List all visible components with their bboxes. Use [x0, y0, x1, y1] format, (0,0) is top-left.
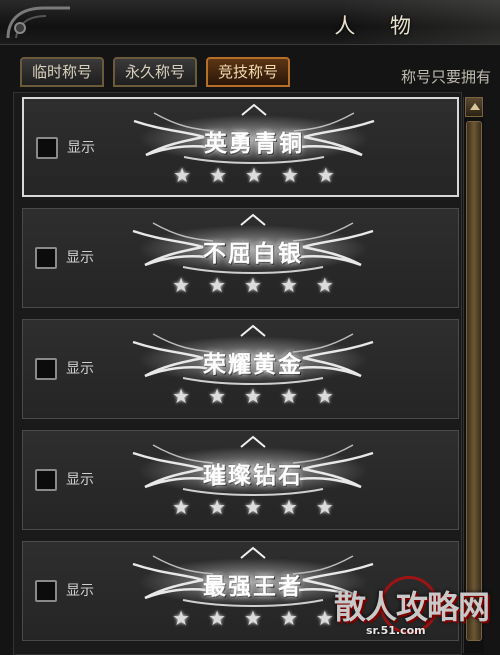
window-title-bar: 人 物 — [0, 0, 500, 45]
show-title-checkbox[interactable] — [35, 469, 57, 491]
star-icon: ★ — [244, 495, 262, 519]
window-title: 人 物 — [334, 14, 425, 38]
show-title-label: 显示 — [66, 250, 94, 266]
title-row[interactable]: 显示 不屈白银 ★ ★ ★ ★ ★ — [22, 208, 459, 308]
star-icon: ★ — [208, 273, 227, 297]
show-title-label: 显示 — [66, 361, 94, 377]
title-category-tabs: 临时称号 永久称号 竞技称号 — [20, 57, 291, 89]
star-rating: ★ ★ ★ ★ ★ — [123, 274, 383, 296]
scroll-up-icon[interactable] — [465, 97, 483, 117]
title-badge-name: 不屈白银 — [203, 240, 303, 267]
title-badge: 荣耀黄金 ★ ★ ★ ★ ★ — [123, 322, 383, 417]
star-icon: ★ — [244, 606, 262, 630]
show-title-checkbox[interactable] — [35, 580, 57, 602]
star-icon: ★ — [172, 606, 191, 630]
star-icon: ★ — [315, 273, 334, 297]
star-icon: ★ — [315, 495, 334, 519]
show-title-label: 显示 — [67, 140, 95, 156]
star-icon: ★ — [316, 163, 335, 187]
star-icon: ★ — [279, 384, 298, 408]
title-badge-name: 璀璨钻石 — [203, 462, 303, 489]
title-badge-name: 英勇青铜 — [204, 130, 304, 157]
star-icon: ★ — [244, 273, 262, 297]
title-hint-text: 称号只要拥有 — [401, 68, 492, 86]
star-icon: ★ — [173, 163, 192, 187]
star-rating: ★ ★ ★ ★ ★ — [123, 496, 383, 518]
title-row[interactable]: 显示 璀璨钻石 ★ ★ ★ ★ ★ — [22, 430, 459, 530]
star-icon: ★ — [280, 163, 299, 187]
star-icon: ★ — [279, 273, 298, 297]
star-icon: ★ — [172, 495, 191, 519]
star-icon: ★ — [208, 606, 227, 630]
title-badge-name: 荣耀黄金 — [203, 351, 303, 378]
show-title-checkbox[interactable] — [35, 247, 57, 269]
star-icon: ★ — [209, 163, 228, 187]
show-title-checkbox[interactable] — [36, 137, 58, 159]
title-row[interactable]: 显示 英勇青铜 ★ ★ ★ ★ ★ — [22, 97, 459, 197]
star-icon: ★ — [172, 273, 191, 297]
title-list: 显示 英勇青铜 ★ ★ ★ ★ ★ 显示 不屈白银 ★ ★ ★ ★ ★ 显示 荣耀黄金 ★ ★ ★ ★ ★ 显示 璀… — [13, 92, 462, 655]
star-icon: ★ — [279, 495, 298, 519]
title-badge: 英勇青铜 ★ ★ ★ ★ ★ — [124, 101, 384, 196]
watermark-logo: 散人攻略网 sr.51.com — [322, 574, 497, 653]
star-rating: ★ ★ ★ ★ ★ — [123, 385, 383, 407]
star-icon: ★ — [244, 384, 262, 408]
show-title-label: 显示 — [66, 583, 94, 599]
scroll-thumb[interactable] — [466, 121, 482, 641]
star-icon: ★ — [245, 163, 263, 187]
tab-permanent-titles[interactable]: 永久称号 — [113, 57, 198, 87]
show-title-checkbox[interactable] — [35, 358, 57, 380]
show-title-label: 显示 — [66, 472, 94, 488]
tab-arena-titles[interactable]: 竞技称号 — [206, 57, 291, 87]
star-icon: ★ — [315, 384, 334, 408]
tab-temporary-titles[interactable]: 临时称号 — [20, 57, 105, 87]
star-icon: ★ — [279, 606, 298, 630]
star-icon: ★ — [172, 384, 191, 408]
watermark-url: sr.51.com — [366, 624, 426, 637]
title-badge: 不屈白银 ★ ★ ★ ★ ★ — [123, 211, 383, 306]
star-icon: ★ — [208, 384, 227, 408]
list-scrollbar[interactable] — [463, 97, 484, 653]
title-badge: 璀璨钻石 ★ ★ ★ ★ ★ — [123, 433, 383, 528]
title-row[interactable]: 显示 荣耀黄金 ★ ★ ★ ★ ★ — [22, 319, 459, 419]
watermark-logo-text: 散人攻略网 — [334, 588, 490, 626]
star-icon: ★ — [208, 495, 227, 519]
star-rating: ★ ★ ★ ★ ★ — [124, 164, 384, 186]
